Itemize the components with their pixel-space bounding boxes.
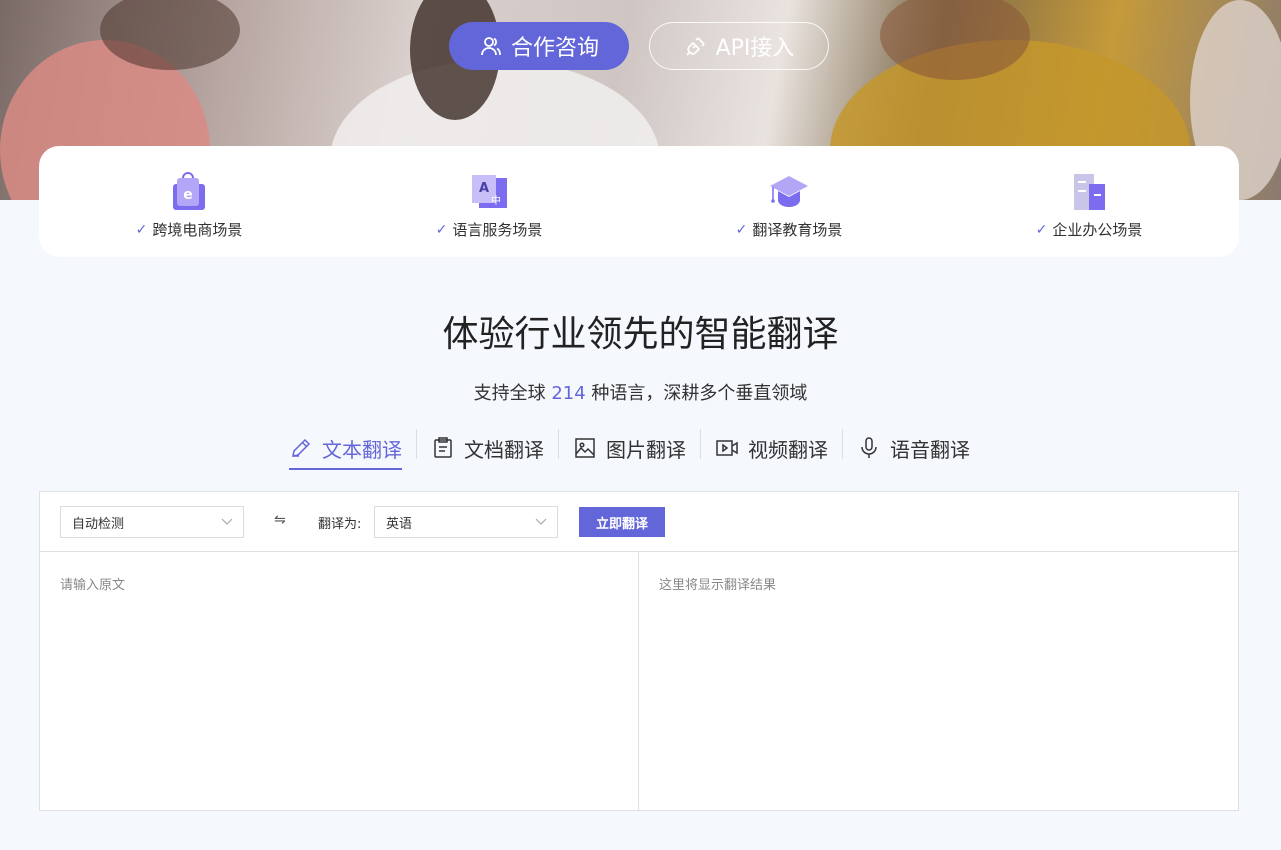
- check-icon: ✓: [135, 221, 148, 238]
- target-language-label: 翻译为:: [318, 517, 362, 532]
- check-icon: ✓: [1035, 221, 1048, 238]
- scene-item-language[interactable]: A 中 ✓ 语言服务场景: [339, 146, 639, 257]
- check-icon: ✓: [735, 221, 748, 238]
- tab-image-translation[interactable]: 图片翻译: [559, 424, 700, 472]
- subtitle-prefix: 支持全球: [473, 383, 552, 404]
- api-label: API接入: [715, 36, 795, 61]
- page-subtitle: 支持全球 214 种语言，深耕多个垂直领域: [0, 379, 1281, 405]
- consult-label: 合作咨询: [510, 36, 599, 61]
- scene-item-office[interactable]: ✓ 企业办公场景: [939, 146, 1239, 257]
- microphone-icon: [861, 437, 877, 458]
- scene-label-text: 翻译教育场景: [752, 221, 843, 239]
- translator-io: 这里将显示翻译结果: [40, 552, 1238, 810]
- consult-button[interactable]: 合作咨询: [449, 22, 629, 70]
- source-pane: [40, 552, 639, 810]
- scene-label: ✓ 语言服务场景: [436, 219, 543, 240]
- shopping-bag-icon: e: [173, 172, 205, 210]
- source-language-value: 自动检测: [72, 516, 125, 532]
- image-icon: [575, 438, 595, 458]
- tab-label: 语音翻译: [890, 437, 970, 462]
- translate-icon: A 中: [472, 175, 507, 208]
- translate-button[interactable]: 立即翻译: [579, 507, 665, 537]
- tab-label: 文本翻译: [322, 437, 402, 462]
- plug-icon: [685, 37, 705, 56]
- translator-toolbar: 自动检测 ⇋ 翻译为: 英语 立即翻译: [40, 492, 1238, 552]
- translation-tabs: 文本翻译 文档翻译 图片翻译 视频翻译 语音翻译: [275, 424, 984, 472]
- chevron-down-icon: [221, 518, 233, 525]
- scenario-card: e ✓ 跨境电商场景 A 中 ✓ 语言服务场景 ✓ 翻译教育场景 ✓ 企业办公场…: [39, 146, 1239, 257]
- source-language-select[interactable]: 自动检测: [60, 506, 244, 538]
- source-text-input[interactable]: [60, 574, 618, 788]
- subtitle-suffix: 种语言，深耕多个垂直领域: [585, 383, 808, 404]
- tab-text-translation[interactable]: 文本翻译: [275, 424, 416, 472]
- svg-text:A: A: [479, 181, 489, 196]
- svg-text:中: 中: [491, 194, 501, 207]
- tab-voice-translation[interactable]: 语音翻译: [843, 424, 984, 472]
- scene-label: ✓ 翻译教育场景: [736, 219, 843, 240]
- target-language-value: 英语: [386, 516, 413, 532]
- result-pane: 这里将显示翻译结果: [639, 552, 1238, 810]
- scene-label-text: 企业办公场景: [1052, 221, 1143, 239]
- result-placeholder: 这里将显示翻译结果: [659, 578, 777, 593]
- svg-text:e: e: [183, 187, 193, 203]
- swap-languages-icon[interactable]: ⇋: [274, 512, 286, 528]
- tab-video-translation[interactable]: 视频翻译: [701, 424, 842, 472]
- people-icon: [481, 37, 501, 56]
- tab-label: 图片翻译: [606, 437, 686, 462]
- tab-document-translation[interactable]: 文档翻译: [417, 424, 558, 472]
- scene-item-ecommerce[interactable]: e ✓ 跨境电商场景: [39, 146, 339, 257]
- target-language-select[interactable]: 英语: [374, 506, 558, 538]
- check-icon: ✓: [435, 221, 448, 238]
- document-icon: [434, 437, 452, 458]
- language-count: 214: [551, 383, 586, 404]
- tab-label: 视频翻译: [748, 437, 828, 462]
- pencil-icon: [292, 438, 311, 457]
- page-title: 体验行业领先的智能翻译: [442, 314, 839, 355]
- scene-label: ✓ 企业办公场景: [1036, 219, 1143, 240]
- tab-label: 文档翻译: [464, 437, 544, 462]
- scene-label-text: 跨境电商场景: [152, 221, 243, 239]
- chevron-down-icon: [535, 518, 547, 525]
- api-button[interactable]: API接入: [649, 22, 829, 70]
- scene-label-text: 语言服务场景: [452, 221, 543, 239]
- scene-label: ✓ 跨境电商场景: [136, 219, 243, 240]
- video-icon: [716, 440, 738, 456]
- graduation-cap-icon: [770, 176, 808, 207]
- translator-panel: 自动检测 ⇋ 翻译为: 英语 立即翻译 这里将显示翻译结果: [39, 491, 1239, 811]
- scene-item-education[interactable]: ✓ 翻译教育场景: [639, 146, 939, 257]
- office-building-icon: [1074, 174, 1105, 210]
